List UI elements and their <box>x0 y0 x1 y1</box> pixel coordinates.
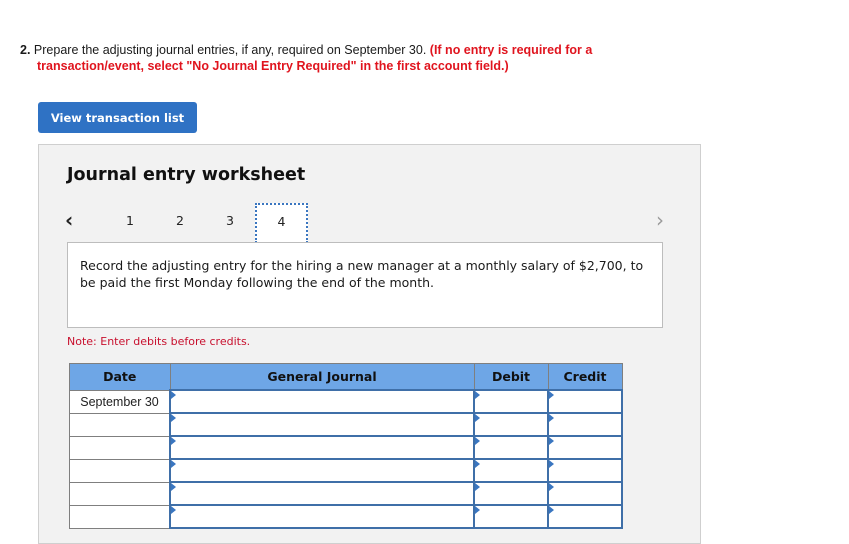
page-tab-4-active[interactable]: 4 <box>255 203 308 243</box>
debit-input[interactable] <box>473 389 549 414</box>
date-cell: September 30 <box>69 389 171 414</box>
header-debit: Debit <box>473 363 549 391</box>
page-tab-1[interactable]: 1 <box>126 213 134 228</box>
credit-input[interactable] <box>547 435 623 460</box>
header-date: Date <box>69 363 171 391</box>
account-input[interactable] <box>169 389 475 414</box>
debit-input[interactable] <box>473 504 549 529</box>
account-input[interactable] <box>169 481 475 506</box>
credit-input[interactable] <box>547 412 623 437</box>
question-instruction-continued: transaction/event, select "No Journal En… <box>37 59 509 73</box>
table-row: September 30 <box>69 389 623 414</box>
worksheet-pagination: ‹ 1 2 3 4 › <box>39 203 700 243</box>
table-row <box>69 412 623 437</box>
view-transaction-list-button[interactable]: View transaction list <box>38 102 197 133</box>
chevron-left-icon[interactable]: ‹ <box>65 208 73 232</box>
general-journal-table: Date General Journal Debit Credit Septem… <box>69 363 623 529</box>
credit-input[interactable] <box>547 481 623 506</box>
credit-input[interactable] <box>547 504 623 529</box>
header-credit: Credit <box>547 363 623 391</box>
debit-input[interactable] <box>473 481 549 506</box>
page-tab-2[interactable]: 2 <box>176 213 184 228</box>
table-row <box>69 458 623 483</box>
table-header-row: Date General Journal Debit Credit <box>69 363 623 391</box>
header-general-journal: General Journal <box>169 363 475 391</box>
credit-input[interactable] <box>547 389 623 414</box>
date-cell <box>69 435 171 460</box>
date-cell <box>69 481 171 506</box>
question-number: 2. <box>20 43 31 57</box>
date-cell <box>69 458 171 483</box>
journal-entry-worksheet: Journal entry worksheet ‹ 1 2 3 4 › Reco… <box>38 144 701 544</box>
debit-input[interactable] <box>473 458 549 483</box>
account-input[interactable] <box>169 504 475 529</box>
debits-note: Note: Enter debits before credits. <box>67 335 251 348</box>
question-prompt: Prepare the adjusting journal entries, i… <box>33 43 427 57</box>
table-row <box>69 504 623 529</box>
transaction-description: Record the adjusting entry for the hirin… <box>67 242 663 328</box>
page-tab-3[interactable]: 3 <box>226 213 234 228</box>
debit-input[interactable] <box>473 435 549 460</box>
question-instruction: (If no entry is required for a <box>429 43 593 57</box>
chevron-right-icon[interactable]: › <box>656 208 664 232</box>
table-row <box>69 481 623 506</box>
account-input[interactable] <box>169 458 475 483</box>
credit-input[interactable] <box>547 458 623 483</box>
debit-input[interactable] <box>473 412 549 437</box>
account-input[interactable] <box>169 435 475 460</box>
date-cell <box>69 504 171 529</box>
account-input[interactable] <box>169 412 475 437</box>
date-cell <box>69 412 171 437</box>
worksheet-title: Journal entry worksheet <box>67 165 306 185</box>
question-text: 2. Prepare the adjusting journal entries… <box>20 42 640 74</box>
table-row <box>69 435 623 460</box>
